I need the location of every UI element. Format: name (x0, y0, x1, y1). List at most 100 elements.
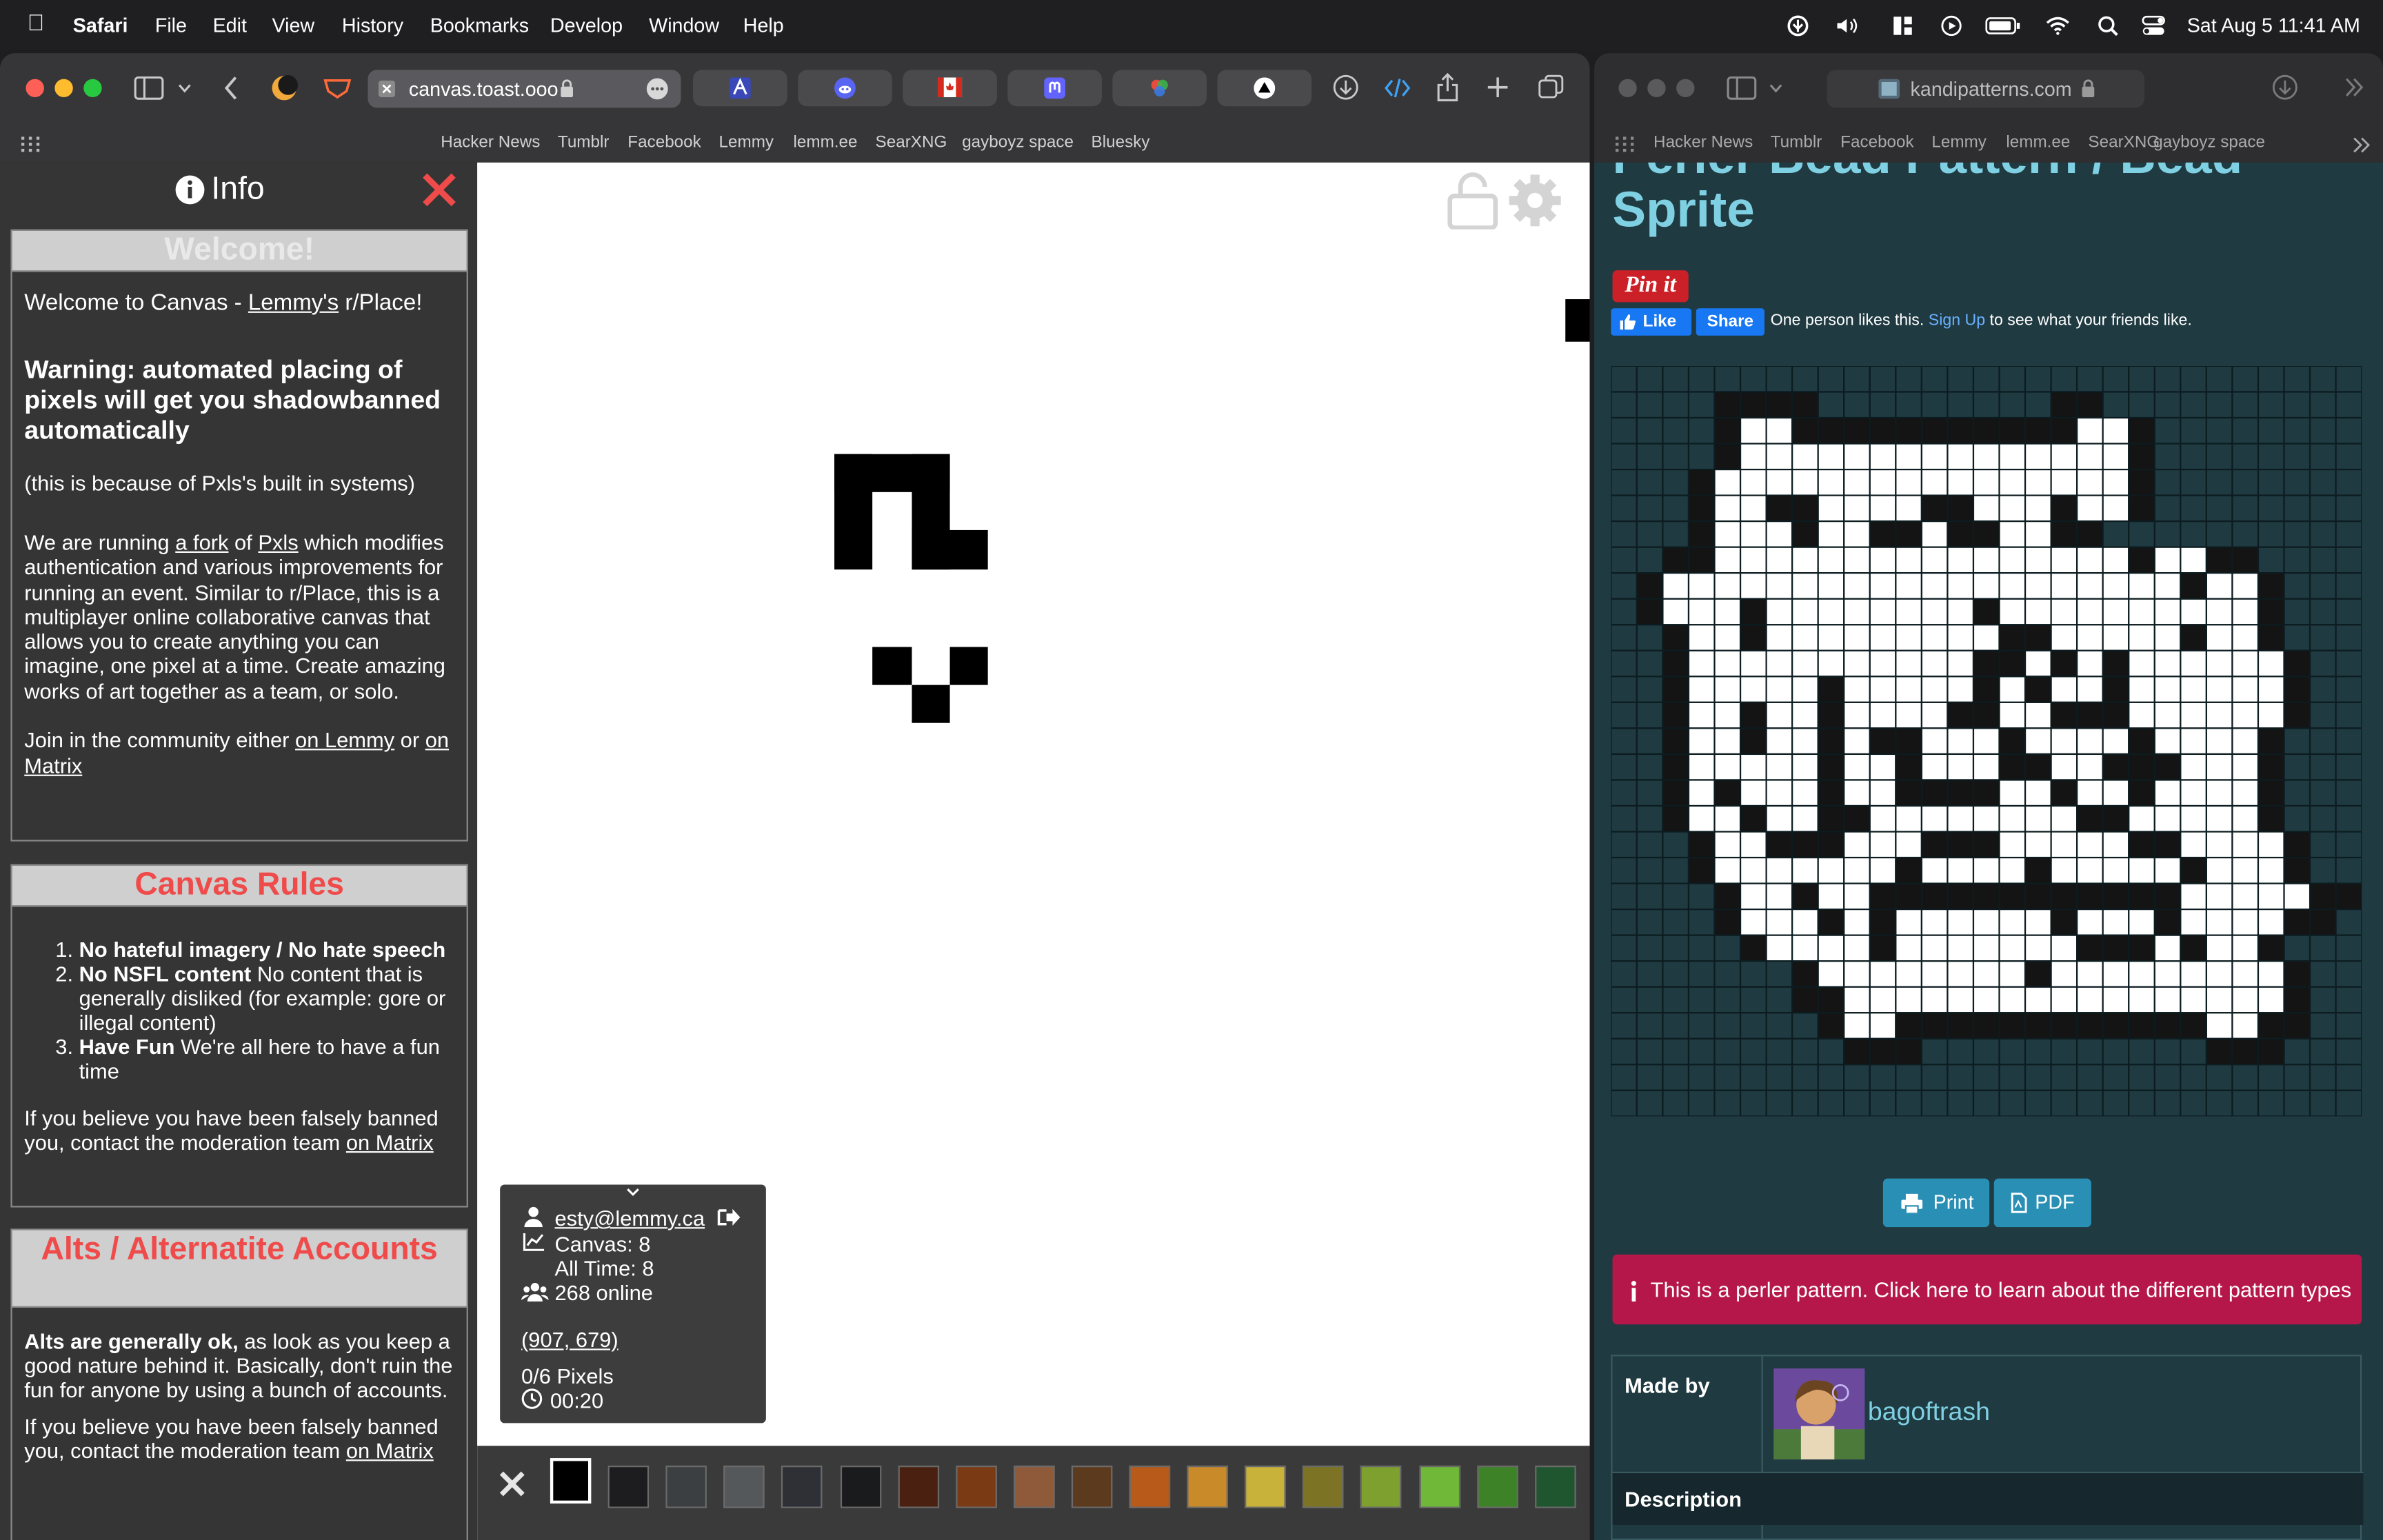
settings-gear-icon[interactable] (1507, 173, 1562, 227)
bookmark-gayboyz-space[interactable]: gayboyz space (962, 134, 1074, 152)
chevron-down-icon[interactable] (626, 1188, 640, 1197)
battery-icon[interactable] (1985, 15, 2022, 37)
apps-grid-icon[interactable] (21, 136, 40, 152)
print-button[interactable]: Print (1882, 1178, 1990, 1228)
url-text[interactable]: kandipatterns.com (1911, 77, 2072, 100)
menu-bookmarks[interactable]: Bookmarks (430, 14, 529, 37)
bookmark-facebook[interactable]: Facebook (1840, 134, 1913, 152)
sidebar-toggle-icon[interactable] (134, 76, 164, 100)
fork-link[interactable]: a fork (175, 530, 228, 554)
bookmark-lemmy[interactable]: Lemmy (719, 134, 774, 152)
palette-color-swatch[interactable] (723, 1466, 765, 1508)
chevron-double-right-icon[interactable] (2353, 136, 2371, 153)
wifi-icon[interactable] (2046, 15, 2070, 37)
menu-edit[interactable]: Edit (213, 14, 247, 37)
menu-help[interactable]: Help (743, 14, 784, 37)
palette-color-swatch[interactable] (781, 1466, 823, 1508)
address-bar[interactable]: canvas.toast.ooo (368, 70, 681, 108)
pdf-button[interactable]: PDF (1993, 1178, 2091, 1228)
menu-window[interactable]: Window (649, 14, 719, 37)
share-icon[interactable] (1436, 72, 1459, 102)
page-close-icon[interactable] (378, 80, 396, 98)
palette-color-swatch[interactable] (1187, 1466, 1229, 1508)
author-avatar[interactable] (1773, 1368, 1865, 1460)
tab-canada[interactable] (903, 70, 997, 107)
lemmy-link[interactable]: Lemmy's (248, 290, 339, 316)
palette-color-swatch[interactable] (839, 1466, 881, 1508)
chevron-down-icon[interactable] (1769, 83, 1783, 94)
bookmark-searxng[interactable]: SearXNG (2088, 134, 2160, 152)
apps-grid-icon[interactable] (1615, 136, 1634, 152)
pixel-canvas[interactable]: esty@lemmy.ca Canvas: 8 All Time: 8 268 … (477, 162, 1590, 1540)
join-lemmy-link[interactable]: on Lemmy (295, 728, 394, 752)
palette-color-swatch[interactable] (1245, 1466, 1287, 1508)
pin-it-button[interactable]: Pin it (1612, 270, 1689, 303)
bookmark-gayboyz-space[interactable]: gayboyz space (2153, 134, 2265, 152)
menu-develop[interactable]: Develop (550, 14, 623, 37)
palette-color-swatch[interactable] (1013, 1466, 1055, 1508)
back-icon[interactable] (223, 76, 239, 100)
downloads-icon[interactable] (2272, 74, 2297, 100)
menubar-clock[interactable]: Sat Aug 5 11:41 AM (2187, 14, 2360, 37)
deselect-color-icon[interactable] (499, 1470, 526, 1498)
menu-file[interactable]: File (155, 14, 187, 37)
signup-link[interactable]: Sign Up (1929, 312, 1985, 330)
downloads-icon[interactable] (1333, 74, 1358, 100)
bookmark-lemmy[interactable]: Lemmy (1931, 134, 1986, 152)
palette-color-swatch[interactable] (955, 1466, 997, 1508)
tab-discord[interactable] (798, 70, 892, 107)
author-link[interactable]: bagoftrash (1868, 1397, 1990, 1428)
rules-matrix-link[interactable]: on Matrix (346, 1130, 434, 1154)
bookmark-lemm-ee[interactable]: lemm.ee (794, 134, 858, 152)
palette-color-swatch[interactable] (1071, 1466, 1113, 1508)
palette-color-swatch[interactable] (1129, 1466, 1171, 1508)
bookmark-facebook[interactable]: Facebook (627, 134, 701, 152)
tab-mastodon[interactable] (1007, 70, 1102, 107)
pattern-type-notice[interactable]: This is a perler pattern. Click here to … (1612, 1254, 2362, 1325)
bookmark-tumblr[interactable]: Tumblr (1771, 134, 1822, 152)
chevron-double-right-icon[interactable] (2344, 77, 2365, 97)
unlock-icon[interactable] (1447, 172, 1498, 230)
palette-color-swatch[interactable] (665, 1466, 707, 1508)
alts-matrix-link[interactable]: on Matrix (346, 1438, 434, 1462)
new-tab-icon[interactable] (1487, 76, 1509, 99)
palette-color-swatch[interactable] (1303, 1466, 1345, 1508)
zoom-window-button[interactable] (1676, 79, 1695, 98)
palette-color-swatch[interactable] (897, 1466, 939, 1508)
sidebar-toggle-icon[interactable] (1727, 76, 1757, 100)
bookmark-bluesky[interactable]: Bluesky (1092, 134, 1150, 152)
palette-color-swatch[interactable] (1534, 1466, 1576, 1508)
palette-color-swatch[interactable] (550, 1458, 592, 1504)
dark-mode-extension-icon[interactable] (270, 74, 299, 102)
zoom-window-button[interactable] (83, 79, 102, 98)
palette-color-swatch[interactable] (1360, 1466, 1402, 1508)
menu-view[interactable]: View (272, 14, 315, 37)
bookmark-hacker-news[interactable]: Hacker News (441, 134, 540, 152)
bookmark-lemm-ee[interactable]: lemm.ee (2006, 134, 2070, 152)
menu-app-name[interactable]: Safari (73, 14, 128, 37)
play-icon[interactable] (1939, 15, 1963, 37)
tab-overview-icon[interactable] (1538, 74, 1564, 100)
facebook-share-button[interactable]: Share (1696, 308, 1764, 336)
close-window-button[interactable] (1618, 79, 1637, 98)
pxls-link[interactable]: Pxls (258, 530, 298, 554)
bookmark-hacker-news[interactable]: Hacker News (1653, 134, 1753, 152)
close-sidebar-icon[interactable] (423, 173, 456, 207)
palette-color-swatch[interactable] (607, 1466, 650, 1508)
stage-manager-icon[interactable] (1891, 15, 1915, 37)
username-link[interactable]: esty@lemmy.ca (554, 1206, 705, 1230)
minimize-window-button[interactable] (54, 79, 73, 98)
app-status-icon[interactable] (1786, 15, 1810, 37)
tab-pinned-1[interactable] (693, 70, 787, 107)
control-center-icon[interactable] (2142, 15, 2166, 37)
bookmark-tumblr[interactable]: Tumblr (558, 134, 610, 152)
shield-extension-icon[interactable] (322, 76, 352, 100)
close-window-button[interactable] (26, 79, 44, 98)
address-bar[interactable]: kandipatterns.com (1827, 70, 2144, 108)
coordinates-link[interactable]: (907, 679) (521, 1328, 619, 1352)
facebook-like-button[interactable]: Like (1611, 308, 1692, 336)
url-text[interactable]: canvas.toast.ooo (409, 77, 559, 100)
menu-history[interactable]: History (342, 14, 403, 37)
tab-pinned-6[interactable] (1217, 70, 1312, 107)
more-options-icon[interactable] (646, 77, 669, 100)
